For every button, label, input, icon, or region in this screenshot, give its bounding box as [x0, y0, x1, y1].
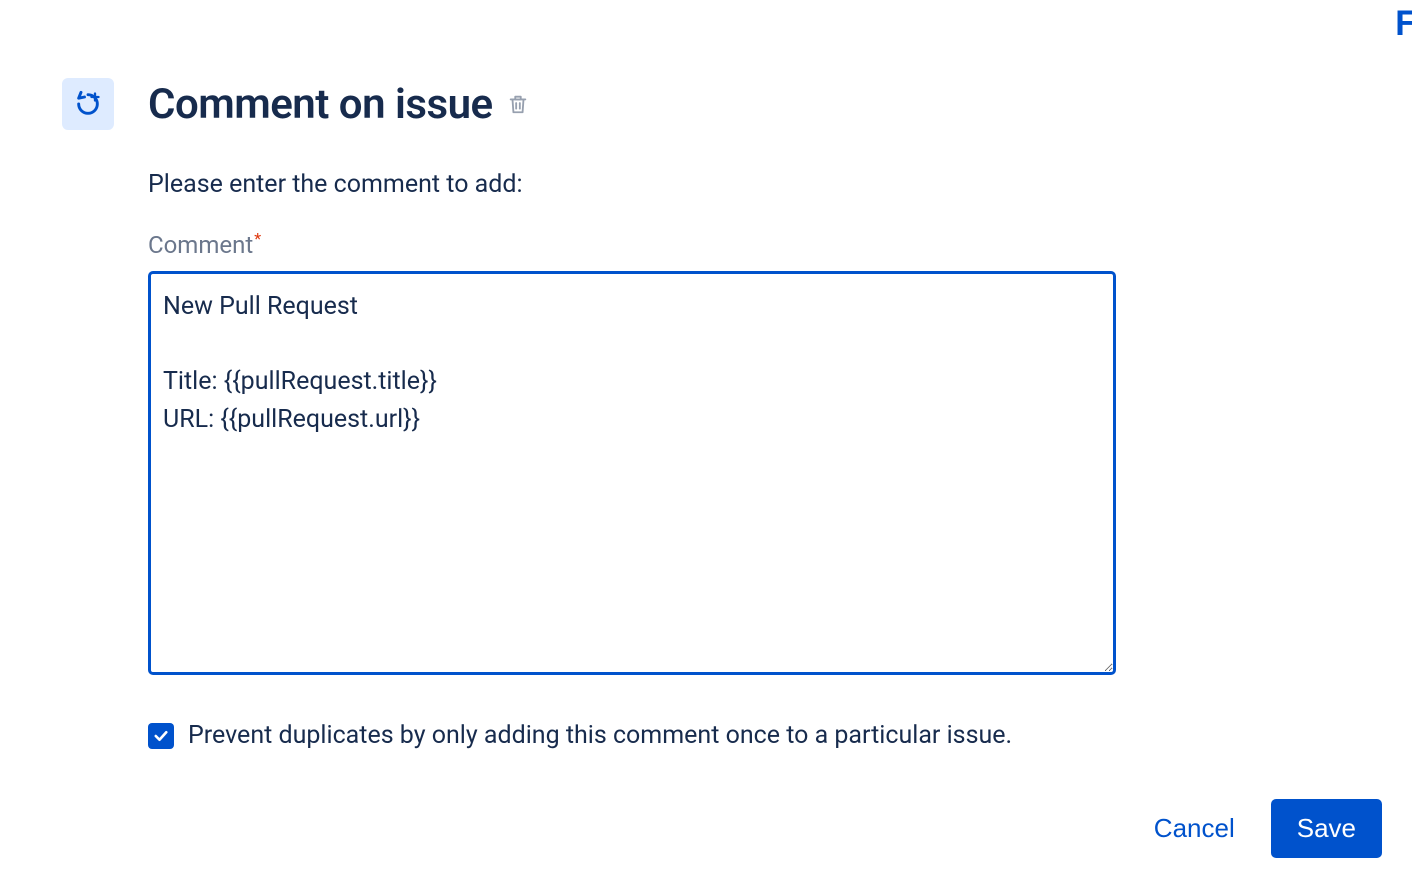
refresh-plus-icon [74, 90, 102, 118]
required-asterisk: * [254, 229, 261, 248]
prevent-duplicates-checkbox[interactable] [148, 723, 174, 749]
title-row: Comment on issue [148, 80, 529, 129]
button-row: Cancel Save [1150, 799, 1382, 858]
comment-label-text: Comment [148, 231, 253, 259]
header-row: Comment on issue [62, 78, 1412, 130]
form-content: Please enter the comment to add: Comment… [148, 170, 1116, 750]
trash-icon[interactable] [507, 92, 529, 116]
checkbox-row: Prevent duplicates by only adding this c… [148, 721, 1116, 750]
action-icon-box [62, 78, 114, 130]
checkmark-icon [152, 727, 170, 745]
page-title: Comment on issue [148, 80, 493, 129]
checkbox-label: Prevent duplicates by only adding this c… [188, 721, 1012, 750]
cancel-button[interactable]: Cancel [1150, 805, 1239, 852]
partial-edge-text: F [1395, 4, 1412, 44]
save-button[interactable]: Save [1271, 799, 1382, 858]
instruction-text: Please enter the comment to add: [148, 170, 1116, 199]
comment-field-label: Comment* [148, 229, 1116, 259]
form-container: Comment on issue Please enter the commen… [0, 0, 1412, 750]
comment-textarea[interactable] [148, 271, 1116, 675]
